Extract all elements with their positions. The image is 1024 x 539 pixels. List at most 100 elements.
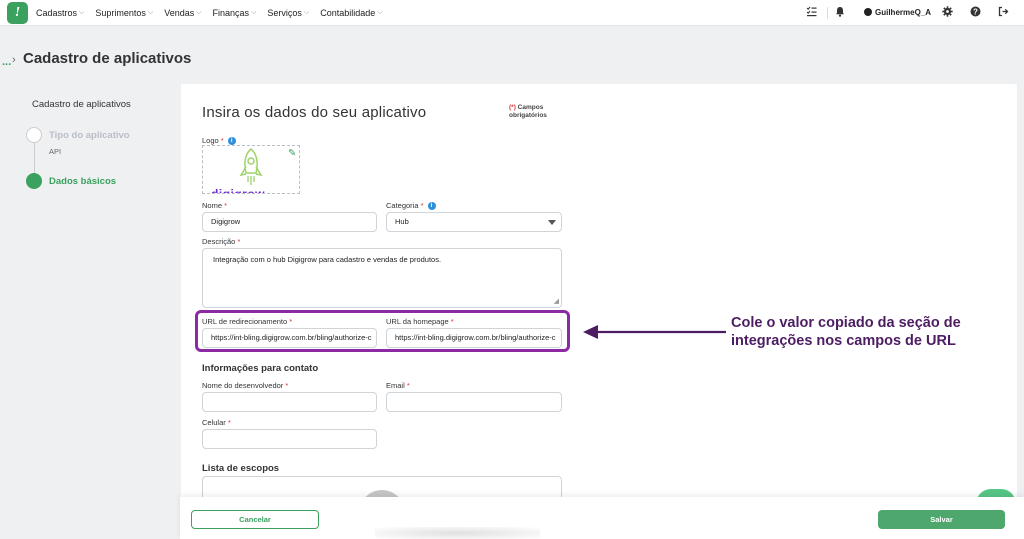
contact-section-title: Informações para contato — [202, 363, 319, 374]
label-text: Descrição — [202, 237, 236, 246]
label-text: URL de redirecionamento — [202, 317, 288, 326]
page-header: ... › Cadastro de aplicativos — [0, 42, 1024, 72]
form-card: Insira os dados do seu aplicativo (*) Ca… — [181, 84, 1017, 520]
menu-suprimentos[interactable]: Suprimentos ⌵ — [95, 8, 153, 18]
label-text: Email — [386, 381, 405, 390]
edit-pencil-icon[interactable]: ✎ — [288, 148, 296, 159]
required-asterisk: * — [285, 381, 289, 390]
label-text: Nome — [202, 201, 223, 210]
label-text: Celular — [202, 418, 226, 427]
chevron-down-icon: ⌵ — [147, 9, 154, 16]
required-asterisk: * — [220, 136, 224, 145]
menu-label: Suprimentos — [95, 8, 146, 18]
description-textarea[interactable]: Integração com o hub Digigrow para cadas… — [202, 248, 562, 308]
chevron-down-icon: ⌵ — [251, 9, 257, 16]
menu-label: Contabilidade — [320, 8, 376, 18]
email-label: Email * — [386, 381, 410, 390]
required-asterisk: * — [420, 201, 424, 210]
breadcrumb-separator-icon: › — [12, 54, 16, 66]
save-button[interactable]: Salvar — [878, 510, 1005, 529]
required-asterisk: * — [406, 381, 410, 390]
required-mark: (*) — [509, 104, 516, 111]
chevron-down-icon: ⌵ — [79, 9, 85, 16]
top-navbar: ! Cadastros ⌵ Suprimentos ⌵ Vendas ⌵ Finanç… — [0, 0, 1024, 26]
label-text: Logo — [202, 136, 219, 145]
user-avatar[interactable] — [864, 8, 872, 16]
label-text: Categoria — [386, 201, 419, 210]
description-value: Integração com o hub Digigrow para cadas… — [213, 255, 442, 264]
footer-action-bar: Cancelar Salvar — [180, 497, 1024, 539]
homepage-url-label: URL da homepage * — [386, 317, 454, 326]
phone-label: Celular * — [202, 418, 231, 427]
label-text: URL da homepage — [386, 317, 449, 326]
menu-financas[interactable]: Finanças ⌵ — [213, 8, 257, 18]
label-text: Nome do desenvolvedor — [202, 381, 284, 390]
description-label: Descrição * — [202, 237, 240, 246]
menu-label: Vendas — [164, 8, 195, 18]
dropdown-arrow-icon — [548, 220, 556, 225]
developer-name-input[interactable] — [202, 392, 377, 412]
category-select[interactable]: Hub — [386, 212, 562, 232]
step-circle-icon — [26, 127, 42, 143]
menu-label: Finanças — [212, 8, 250, 18]
menu-cadastros[interactable]: Cadastros ⌵ — [36, 8, 84, 18]
logout-icon[interactable] — [998, 6, 1009, 20]
page-title: Cadastro de aplicativos — [23, 50, 192, 67]
info-icon[interactable]: i — [227, 137, 236, 146]
app-logo-icon[interactable]: ! — [7, 2, 28, 24]
name-input[interactable]: Digigrow — [202, 212, 377, 232]
task-list-icon[interactable] — [806, 6, 817, 20]
annotation-line-1: Cole o valor copiado da seção de — [731, 315, 961, 331]
required-asterisk: * — [450, 317, 454, 326]
required-asterisk: * — [289, 317, 293, 326]
chevron-down-icon: ⌵ — [377, 9, 383, 16]
developer-label: Nome do desenvolvedor * — [202, 381, 288, 390]
annotation-line-2: integrações nos campos de URL — [731, 333, 956, 349]
user-name[interactable]: GuilhermeQ_A — [875, 8, 931, 17]
phone-input[interactable] — [202, 429, 377, 449]
required-asterisk: * — [224, 201, 228, 210]
logo-upload[interactable]: ✎ digigrow — [202, 145, 300, 194]
name-label: Nome * — [202, 201, 227, 210]
annotation-arrow-icon — [583, 325, 726, 339]
required-note-text-2: obrigatórios — [509, 112, 547, 119]
email-input[interactable] — [386, 392, 562, 412]
required-asterisk: * — [237, 237, 241, 246]
step-connector — [34, 143, 35, 177]
cancel-button[interactable]: Cancelar — [191, 510, 319, 529]
resize-handle-icon[interactable]: ◢ — [554, 298, 559, 305]
bell-icon[interactable] — [835, 6, 845, 20]
required-asterisk: * — [227, 418, 231, 427]
chevron-down-icon: ⌵ — [303, 9, 310, 16]
steps-title: Cadastro de aplicativos — [32, 99, 131, 110]
divider — [827, 7, 828, 19]
category-value: Hub — [395, 217, 409, 226]
required-fields-note: (*) Campos obrigatórios — [509, 104, 547, 120]
help-icon[interactable]: ? — [970, 6, 981, 20]
logo-label: Logo * i — [202, 136, 236, 146]
footer-shadow — [375, 527, 540, 539]
required-note-text-1: Campos — [517, 104, 544, 111]
menu-contabilidade[interactable]: Contabilidade ⌵ — [320, 8, 382, 18]
menu-vendas[interactable]: Vendas ⌵ — [164, 8, 201, 18]
info-icon[interactable]: i — [427, 202, 436, 211]
breadcrumb-back[interactable]: ... — [2, 56, 11, 68]
step-subtitle: API — [49, 147, 62, 156]
homepage-url-input[interactable]: https://int-bling.digigrow.com.br/bling/… — [386, 328, 562, 348]
rocket-icon — [239, 148, 263, 185]
annotation-text: Cole o valor copiado da seção de integra… — [731, 314, 961, 350]
menu-label: Serviços — [267, 8, 302, 18]
form-title: Insira os dados do seu aplicativo — [202, 104, 427, 121]
scopes-section-title: Lista de escopos — [202, 463, 280, 474]
menu-label: Cadastros — [36, 8, 78, 18]
step-dados-basicos[interactable]: Dados básicos — [49, 176, 116, 187]
step-tipo-do-aplicativo[interactable]: Tipo do aplicativo — [49, 130, 130, 141]
logo-image-text: digigrow — [211, 187, 265, 194]
svg-text:?: ? — [973, 7, 978, 16]
menu-servicos[interactable]: Serviços ⌵ — [267, 8, 309, 18]
gear-icon[interactable] — [942, 6, 953, 20]
redirect-url-label: URL de redirecionamento * — [202, 317, 292, 326]
redirect-url-input[interactable]: https://int-bling.digigrow.com.br/bling/… — [202, 328, 377, 348]
main-menu: Cadastros ⌵ Suprimentos ⌵ Vendas ⌵ Finanças… — [36, 0, 394, 26]
chevron-down-icon: ⌵ — [196, 9, 202, 16]
